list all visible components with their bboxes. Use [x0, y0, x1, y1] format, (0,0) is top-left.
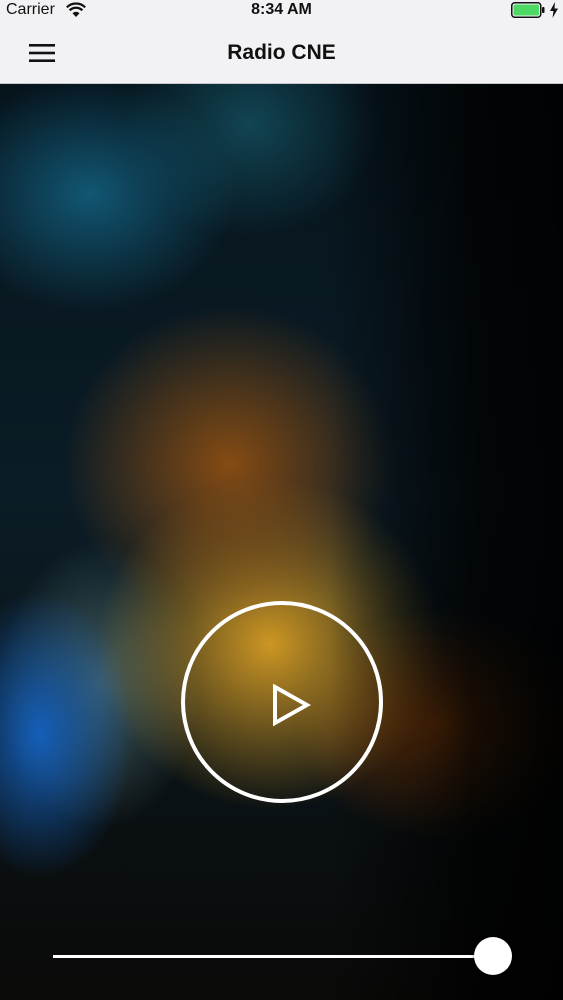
background-shade [330, 84, 563, 1000]
battery-charging-icon [511, 2, 545, 18]
navigation-bar: Radio CNE [0, 22, 563, 84]
hamburger-menu-icon[interactable] [26, 40, 58, 66]
play-button[interactable] [181, 601, 383, 803]
volume-slider-thumb[interactable] [474, 937, 512, 975]
status-time: 8:34 AM [251, 1, 312, 18]
page-title: Radio CNE [227, 41, 336, 64]
volume-slider-track[interactable] [53, 955, 493, 958]
charging-bolt-icon [550, 2, 558, 18]
status-bar: Carrier 8:34 AM [0, 0, 563, 22]
player-background [0, 84, 563, 1000]
play-icon [273, 683, 311, 727]
